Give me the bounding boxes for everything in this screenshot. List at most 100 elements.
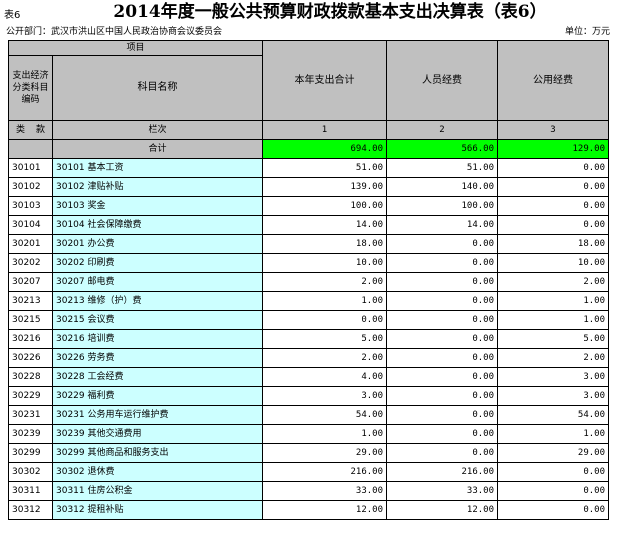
row-public-cell[interactable]: 1.00 — [497, 310, 610, 330]
row-total-cell[interactable]: 0.00 — [262, 310, 388, 330]
row-name-cell[interactable]: 30102 津贴补贴 — [51, 177, 264, 197]
row-total-cell[interactable]: 216.00 — [262, 462, 388, 482]
row-total-cell[interactable]: 5.00 — [262, 329, 388, 349]
row-name-cell[interactable]: 30213 维修（护）费 — [51, 291, 264, 311]
row-name-cell[interactable]: 30216 培训费 — [51, 329, 264, 349]
row-code-cell[interactable]: 30228 — [8, 367, 53, 387]
row-personnel-cell[interactable]: 0.00 — [386, 443, 499, 463]
header-col-total[interactable]: 本年支出合计 — [262, 40, 388, 121]
row-name-cell[interactable]: 30101 基本工资 — [51, 158, 264, 178]
row-public-cell[interactable]: 0.00 — [497, 500, 610, 520]
row-name-cell[interactable]: 30311 住房公积金 — [51, 481, 264, 501]
row-public-cell[interactable]: 1.00 — [497, 424, 610, 444]
row-name-cell[interactable]: 30103 奖金 — [51, 196, 264, 216]
row-code-cell[interactable]: 30231 — [8, 405, 53, 425]
row-code-cell[interactable]: 30311 — [8, 481, 53, 501]
total-public-cell[interactable]: 129.00 — [497, 139, 610, 159]
row-total-cell[interactable]: 18.00 — [262, 234, 388, 254]
row-name-cell[interactable]: 30229 福利费 — [51, 386, 264, 406]
row-personnel-cell[interactable]: 0.00 — [386, 329, 499, 349]
row-name-cell[interactable]: 30239 其他交通费用 — [51, 424, 264, 444]
row-public-cell[interactable]: 3.00 — [497, 367, 610, 387]
row-name-cell[interactable]: 30312 提租补贴 — [51, 500, 264, 520]
row-total-cell[interactable]: 3.00 — [262, 386, 388, 406]
row-total-cell[interactable]: 100.00 — [262, 196, 388, 216]
total-personnel-cell[interactable]: 566.00 — [386, 139, 499, 159]
row-personnel-cell[interactable]: 0.00 — [386, 253, 499, 273]
row-public-cell[interactable]: 2.00 — [497, 348, 610, 368]
row-code-cell[interactable]: 30215 — [8, 310, 53, 330]
row-personnel-cell[interactable]: 0.00 — [386, 310, 499, 330]
row-personnel-cell[interactable]: 100.00 — [386, 196, 499, 216]
row-code-cell[interactable]: 30202 — [8, 253, 53, 273]
row-personnel-cell[interactable]: 0.00 — [386, 234, 499, 254]
row-code-cell[interactable]: 30201 — [8, 234, 53, 254]
row-personnel-cell[interactable]: 0.00 — [386, 291, 499, 311]
row-name-cell[interactable]: 30226 劳务费 — [51, 348, 264, 368]
row-total-cell[interactable]: 14.00 — [262, 215, 388, 235]
row-total-cell[interactable]: 2.00 — [262, 272, 388, 292]
header-code-label[interactable]: 支出经济分类科目编码 — [8, 55, 53, 121]
row-code-cell[interactable]: 30101 — [8, 158, 53, 178]
row-public-cell[interactable]: 0.00 — [497, 215, 610, 235]
row-name-cell[interactable]: 30104 社会保障缴费 — [51, 215, 264, 235]
row-code-cell[interactable]: 30213 — [8, 291, 53, 311]
row-total-cell[interactable]: 10.00 — [262, 253, 388, 273]
row-personnel-cell[interactable]: 0.00 — [386, 272, 499, 292]
row-public-cell[interactable]: 1.00 — [497, 291, 610, 311]
row-total-cell[interactable]: 51.00 — [262, 158, 388, 178]
row-personnel-cell[interactable]: 0.00 — [386, 348, 499, 368]
row-code-cell[interactable]: 30239 — [8, 424, 53, 444]
row-public-cell[interactable]: 10.00 — [497, 253, 610, 273]
row-public-cell[interactable]: 5.00 — [497, 329, 610, 349]
row-name-cell[interactable]: 30202 印刷费 — [51, 253, 264, 273]
row-code-cell[interactable]: 30312 — [8, 500, 53, 520]
row-total-cell[interactable]: 1.00 — [262, 424, 388, 444]
row-public-cell[interactable]: 0.00 — [497, 196, 610, 216]
header-col-personnel[interactable]: 人员经费 — [386, 40, 499, 121]
row-personnel-cell[interactable]: 0.00 — [386, 367, 499, 387]
total-code-cell[interactable] — [8, 139, 53, 159]
row-total-cell[interactable]: 33.00 — [262, 481, 388, 501]
row-code-cell[interactable]: 30104 — [8, 215, 53, 235]
header-index-1[interactable]: 1 — [262, 120, 388, 140]
row-code-cell[interactable]: 30103 — [8, 196, 53, 216]
row-code-cell[interactable]: 30207 — [8, 272, 53, 292]
row-public-cell[interactable]: 0.00 — [497, 481, 610, 501]
row-total-cell[interactable]: 29.00 — [262, 443, 388, 463]
row-public-cell[interactable]: 0.00 — [497, 462, 610, 482]
row-public-cell[interactable]: 0.00 — [497, 158, 610, 178]
row-personnel-cell[interactable]: 0.00 — [386, 386, 499, 406]
row-total-cell[interactable]: 4.00 — [262, 367, 388, 387]
row-total-cell[interactable]: 139.00 — [262, 177, 388, 197]
row-personnel-cell[interactable]: 12.00 — [386, 500, 499, 520]
row-name-cell[interactable]: 30215 会议费 — [51, 310, 264, 330]
row-total-cell[interactable]: 54.00 — [262, 405, 388, 425]
row-code-cell[interactable]: 30302 — [8, 462, 53, 482]
total-label[interactable]: 合计 — [51, 139, 264, 159]
row-public-cell[interactable]: 29.00 — [497, 443, 610, 463]
header-subject-name[interactable]: 科目名称 — [51, 55, 264, 121]
row-personnel-cell[interactable]: 33.00 — [386, 481, 499, 501]
row-public-cell[interactable]: 2.00 — [497, 272, 610, 292]
row-personnel-cell[interactable]: 0.00 — [386, 405, 499, 425]
row-public-cell[interactable]: 18.00 — [497, 234, 610, 254]
header-index-3[interactable]: 3 — [497, 120, 610, 140]
row-code-cell[interactable]: 30226 — [8, 348, 53, 368]
row-code-cell[interactable]: 30229 — [8, 386, 53, 406]
row-total-cell[interactable]: 2.00 — [262, 348, 388, 368]
row-name-cell[interactable]: 30207 邮电费 — [51, 272, 264, 292]
row-name-cell[interactable]: 30299 其他商品和服务支出 — [51, 443, 264, 463]
row-personnel-cell[interactable]: 14.00 — [386, 215, 499, 235]
row-personnel-cell[interactable]: 140.00 — [386, 177, 499, 197]
row-public-cell[interactable]: 0.00 — [497, 177, 610, 197]
row-name-cell[interactable]: 30201 办公费 — [51, 234, 264, 254]
row-personnel-cell[interactable]: 0.00 — [386, 424, 499, 444]
row-public-cell[interactable]: 3.00 — [497, 386, 610, 406]
header-project[interactable]: 项目 — [7, 40, 264, 56]
row-code-cell[interactable]: 30216 — [8, 329, 53, 349]
row-name-cell[interactable]: 30228 工会经费 — [51, 367, 264, 387]
header-lei-kuan[interactable]: 类款 — [8, 120, 53, 140]
header-col-public[interactable]: 公用经费 — [497, 40, 610, 121]
row-total-cell[interactable]: 12.00 — [262, 500, 388, 520]
